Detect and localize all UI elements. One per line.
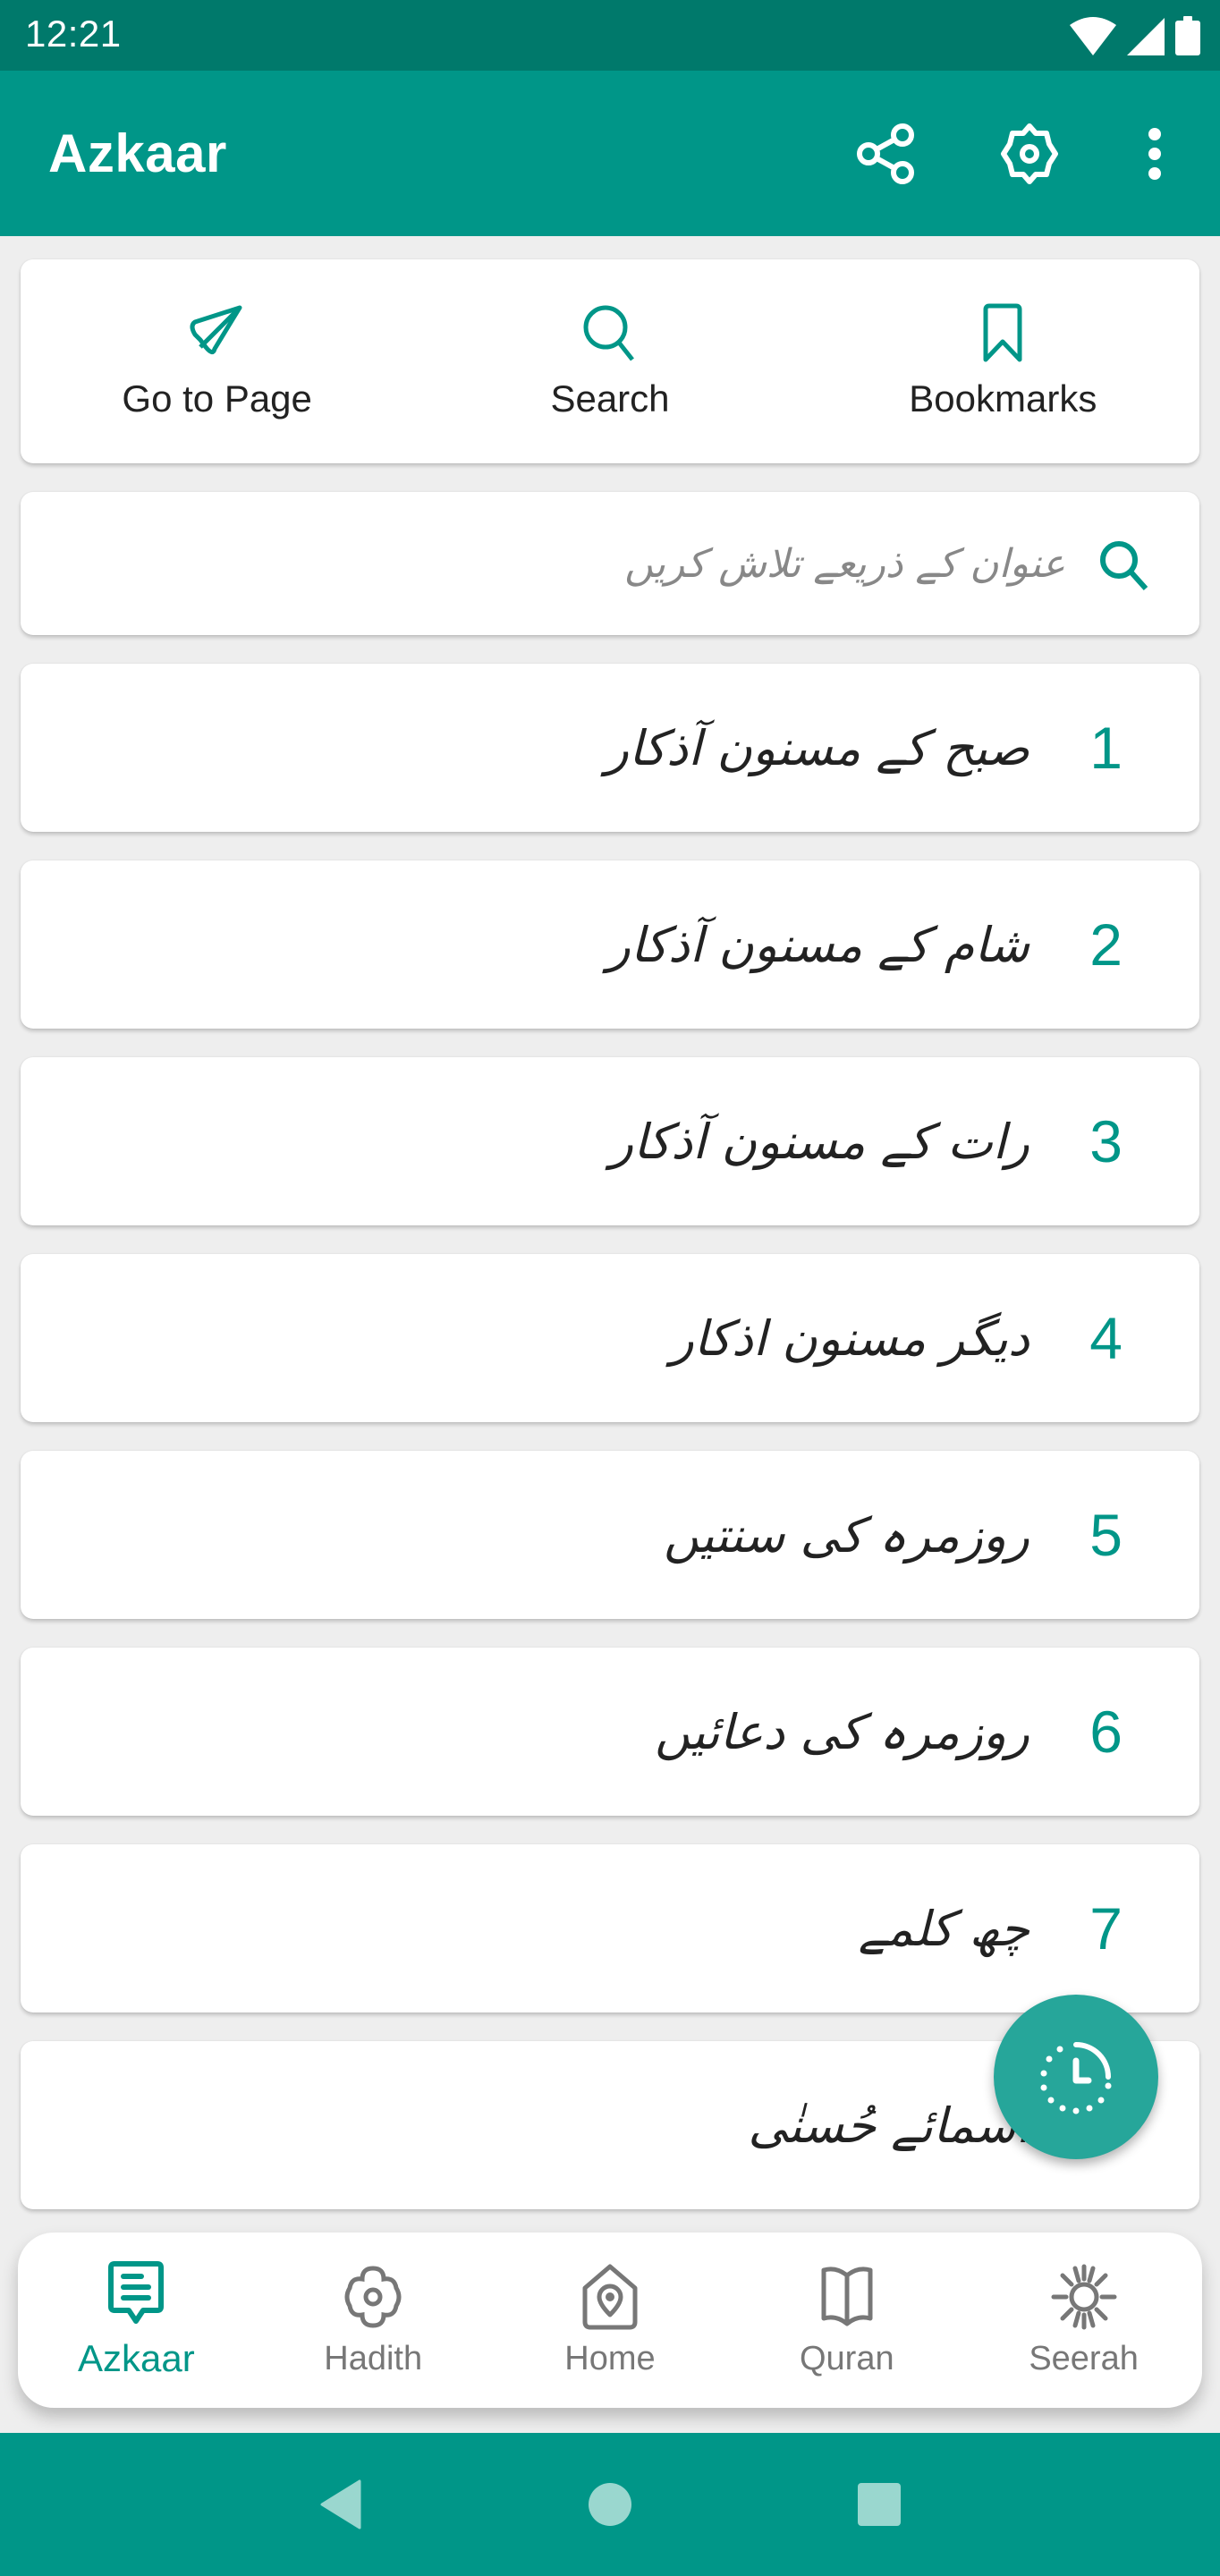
bookmarks-label: Bookmarks (909, 377, 1097, 419)
list-item-number: 5 (1089, 1502, 1123, 1568)
list-item[interactable]: 5 روزمرہ کی سنتیں (21, 1451, 1199, 1619)
recents-square-icon (858, 2483, 902, 2526)
history-fab-button[interactable] (994, 1995, 1158, 2159)
share-button[interactable] (854, 121, 920, 187)
nav-label: Home (564, 2339, 656, 2377)
nav-label: Seerah (1029, 2339, 1139, 2377)
list-item-number: 4 (1089, 1305, 1123, 1371)
app-bar: Azkaar (0, 71, 1220, 236)
list-item[interactable]: 6 روزمرہ کی دعائیں (21, 1648, 1199, 1816)
list-item[interactable]: 4 دیگر مسنون اذکار (21, 1254, 1199, 1422)
bookmark-icon (983, 303, 1022, 362)
nav-label: Azkaar (78, 2337, 195, 2379)
list-item-title: شام کے مسنون آذکار (606, 916, 1029, 973)
battery-icon (1175, 16, 1200, 55)
search-icon (583, 305, 634, 361)
system-navigation-bar (0, 2433, 1220, 2576)
search-button[interactable]: Search (413, 259, 806, 463)
system-home-button[interactable] (574, 2469, 646, 2540)
list-item-title: روزمرہ کی سنتیں (664, 1506, 1029, 1563)
open-book-icon (821, 2266, 873, 2326)
list-item-title: چھ کلمے (858, 1900, 1029, 1957)
nav-item-quran[interactable]: Quran (728, 2233, 965, 2408)
list-item-number: 1 (1089, 715, 1123, 781)
list-item-title: دیگر مسنون اذکار (670, 1309, 1029, 1367)
list-item-number: 6 (1089, 1699, 1123, 1765)
status-time: 12:21 (25, 13, 122, 55)
wifi-icon (1070, 17, 1116, 55)
search-input[interactable] (260, 519, 1065, 608)
list-item[interactable]: 7 چھ کلمے (21, 1844, 1199, 2012)
nav-item-home[interactable]: Home (492, 2233, 729, 2408)
go-to-page-button[interactable]: Go to Page (21, 259, 413, 463)
search-label: Search (550, 377, 670, 419)
history-clock-icon (1040, 2042, 1112, 2114)
system-back-button[interactable] (305, 2469, 377, 2540)
system-recents-button[interactable] (843, 2469, 915, 2540)
nav-item-hadith[interactable]: Hadith (255, 2233, 492, 2408)
list-item-title: اسمائے حُسنٰی (748, 2097, 1029, 2154)
message-lines-icon (108, 2261, 165, 2324)
list-item-number: 7 (1089, 1895, 1123, 1962)
quick-actions-card: Go to Page Search Bookmarks (21, 259, 1199, 463)
list-item[interactable]: 2 شام کے مسنون آذکار (21, 860, 1199, 1029)
send-plane-icon (190, 305, 242, 354)
nav-item-azkaar[interactable]: Azkaar (18, 2233, 255, 2408)
bookmarks-button[interactable]: Bookmarks (807, 259, 1199, 463)
home-pin-icon (582, 2264, 638, 2329)
app-title: Azkaar (48, 123, 227, 183)
status-icons (1070, 16, 1200, 55)
list-item[interactable]: 1 صبح کے مسنون آذکار (21, 664, 1199, 832)
go-to-page-label: Go to Page (122, 377, 312, 419)
settings-button[interactable] (996, 121, 1063, 187)
home-circle-icon (588, 2483, 631, 2526)
list-item[interactable]: 3 رات کے مسنون آذکار (21, 1057, 1199, 1225)
list-item-number: 2 (1089, 911, 1123, 978)
nav-label: Quran (799, 2339, 894, 2377)
nav-label: Hadith (324, 2339, 423, 2377)
more-vert-icon (1148, 128, 1161, 180)
list-item-title: روزمرہ کی دعائیں (655, 1703, 1029, 1760)
search-bar (21, 492, 1199, 635)
list-item-title: صبح کے مسنون آذکار (605, 719, 1029, 776)
gear-icon (1001, 123, 1058, 184)
share-icon (857, 123, 914, 184)
cellular-signal-icon (1127, 18, 1165, 55)
sun-icon (1051, 2264, 1117, 2329)
nav-item-seerah[interactable]: Seerah (965, 2233, 1202, 2408)
search-icon[interactable] (1096, 537, 1153, 594)
list-item-number: 3 (1089, 1108, 1123, 1174)
bottom-navigation: Azkaar Hadith Home Quran Seerah (18, 2233, 1202, 2408)
status-bar: 12:21 (0, 0, 1220, 71)
flower-icon (344, 2265, 402, 2328)
more-options-button[interactable] (1122, 121, 1188, 187)
list-item-title: رات کے مسنون آذکار (610, 1113, 1029, 1170)
back-icon (320, 2479, 361, 2529)
